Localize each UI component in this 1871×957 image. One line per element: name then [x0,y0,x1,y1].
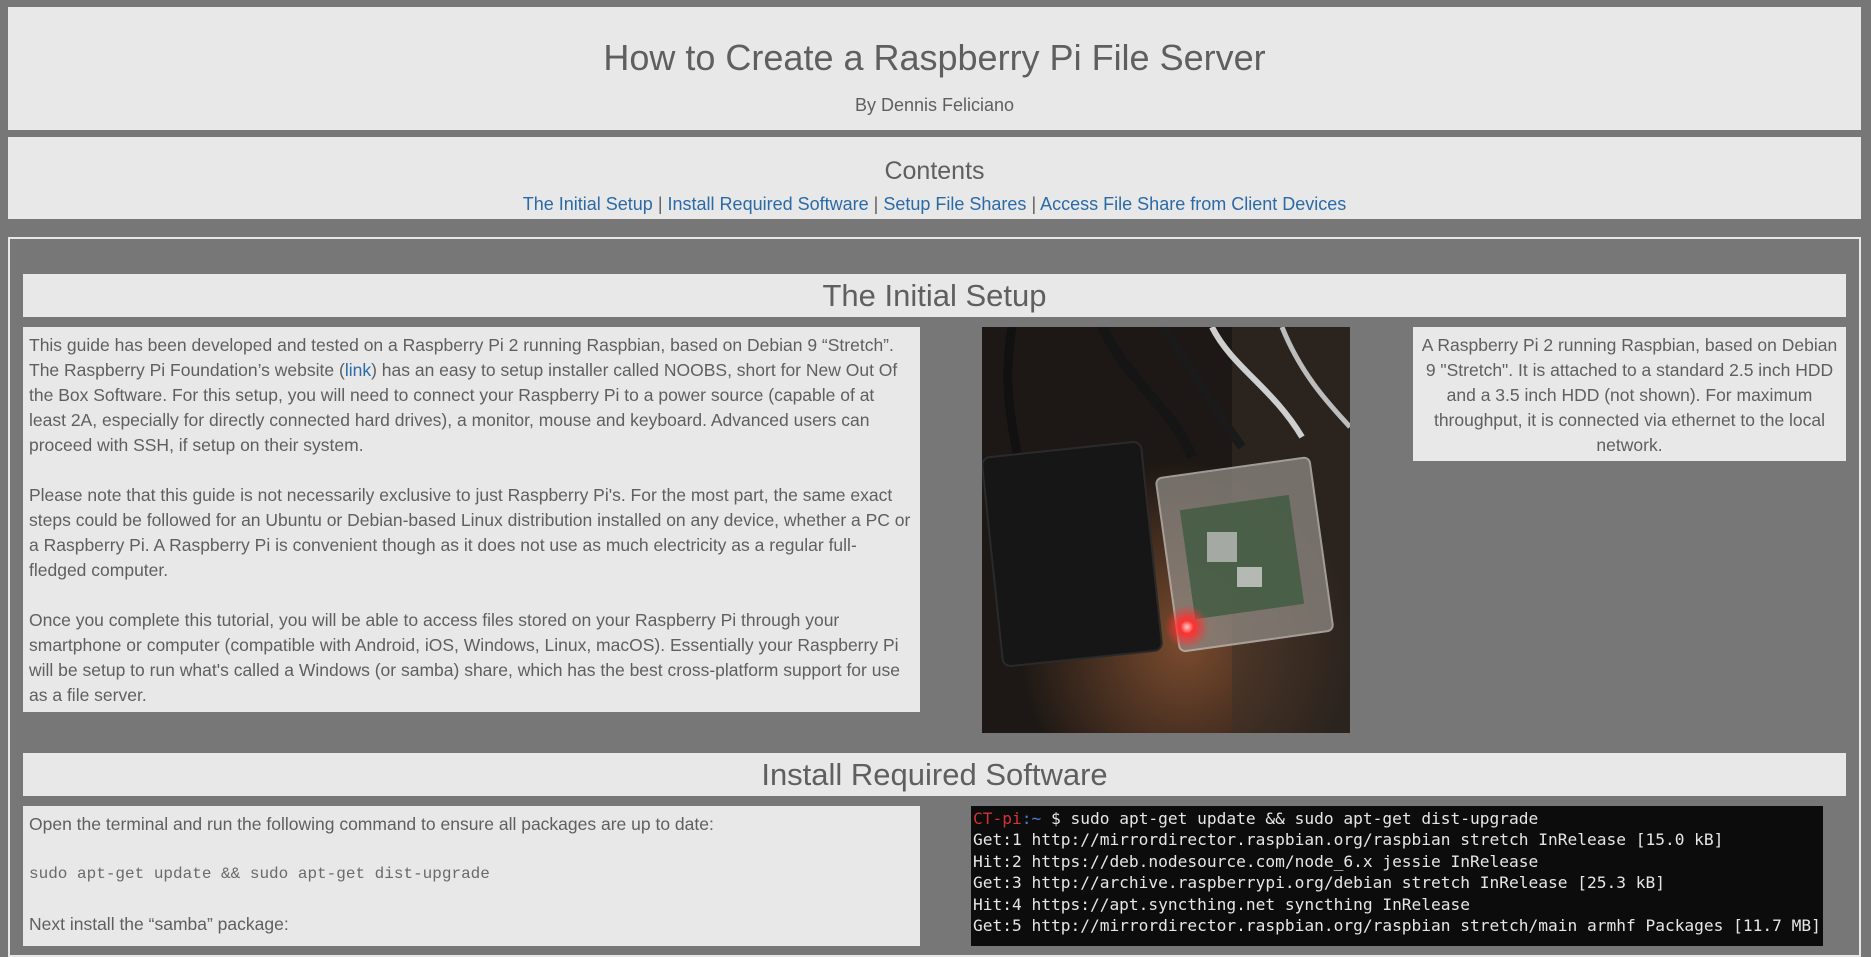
terminal-line: Get:5 http://mirrordirector.raspbian.org… [973,916,1821,936]
terminal-host: CT-pi [973,809,1022,828]
table-of-contents: Contents The Initial Setup | Install Req… [8,137,1861,219]
toc-link-access-shares[interactable]: Access File Share from Client Devices [1040,194,1346,214]
install-software-text: Open the terminal and run the following … [23,806,920,946]
install-paragraph-1: Open the terminal and run the following … [29,814,714,834]
initial-setup-paragraph-2: Please note that this guide is not neces… [29,485,911,580]
initial-setup-paragraph-3: Once you complete this tutorial, you wil… [29,610,900,705]
initial-setup-paragraph-1: This guide has been developed and tested… [29,333,914,458]
update-command: sudo apt-get update && sudo apt-get dist… [29,865,490,883]
toc-separator: | [1031,194,1037,214]
toc-link-install-software[interactable]: Install Required Software [668,194,869,214]
page-title: How to Create a Raspberry Pi File Server [603,37,1266,78]
photo-caption: A Raspberry Pi 2 running Raspbian, based… [1413,327,1846,461]
terminal-line: Get:1 http://mirrordirector.raspbian.org… [973,830,1724,850]
toc-link-setup-shares[interactable]: Setup File Shares [883,194,1026,214]
toc-separator: | [873,194,879,214]
raspberry-pi-illustration [982,327,1350,733]
section-title-initial-setup: The Initial Setup [23,274,1846,317]
terminal-command: $ sudo apt-get update && sudo apt-get di… [1041,809,1539,828]
contents-title: Contents [884,157,985,185]
terminal-line: Get:3 http://archive.raspberrypi.org/deb… [973,873,1665,893]
raspberry-pi-foundation-link[interactable]: link [345,360,371,380]
initial-setup-text: This guide has been developed and tested… [23,327,920,712]
toc-link-initial-setup[interactable]: The Initial Setup [523,194,653,214]
page-header: How to Create a Raspberry Pi File Server… [8,7,1861,130]
install-paragraph-2: Next install the “samba” package: [29,914,289,934]
terminal-line: Hit:4 https://apt.syncthing.net syncthin… [973,894,1471,914]
raspberry-pi-photo [982,327,1350,733]
terminal-path: :~ [1021,809,1042,828]
author-byline: By Dennis Feliciano [854,95,1015,115]
terminal-line: Hit:2 https://deb.nodesource.com/node_6.… [973,851,1539,871]
terminal-screenshot: CT-pi:~ $ sudo apt-get update && sudo ap… [971,806,1823,946]
section-title-install-software: Install Required Software [23,753,1846,796]
contents-links: The Initial Setup | Install Required Sof… [8,194,1861,215]
toc-separator: | [657,194,663,214]
